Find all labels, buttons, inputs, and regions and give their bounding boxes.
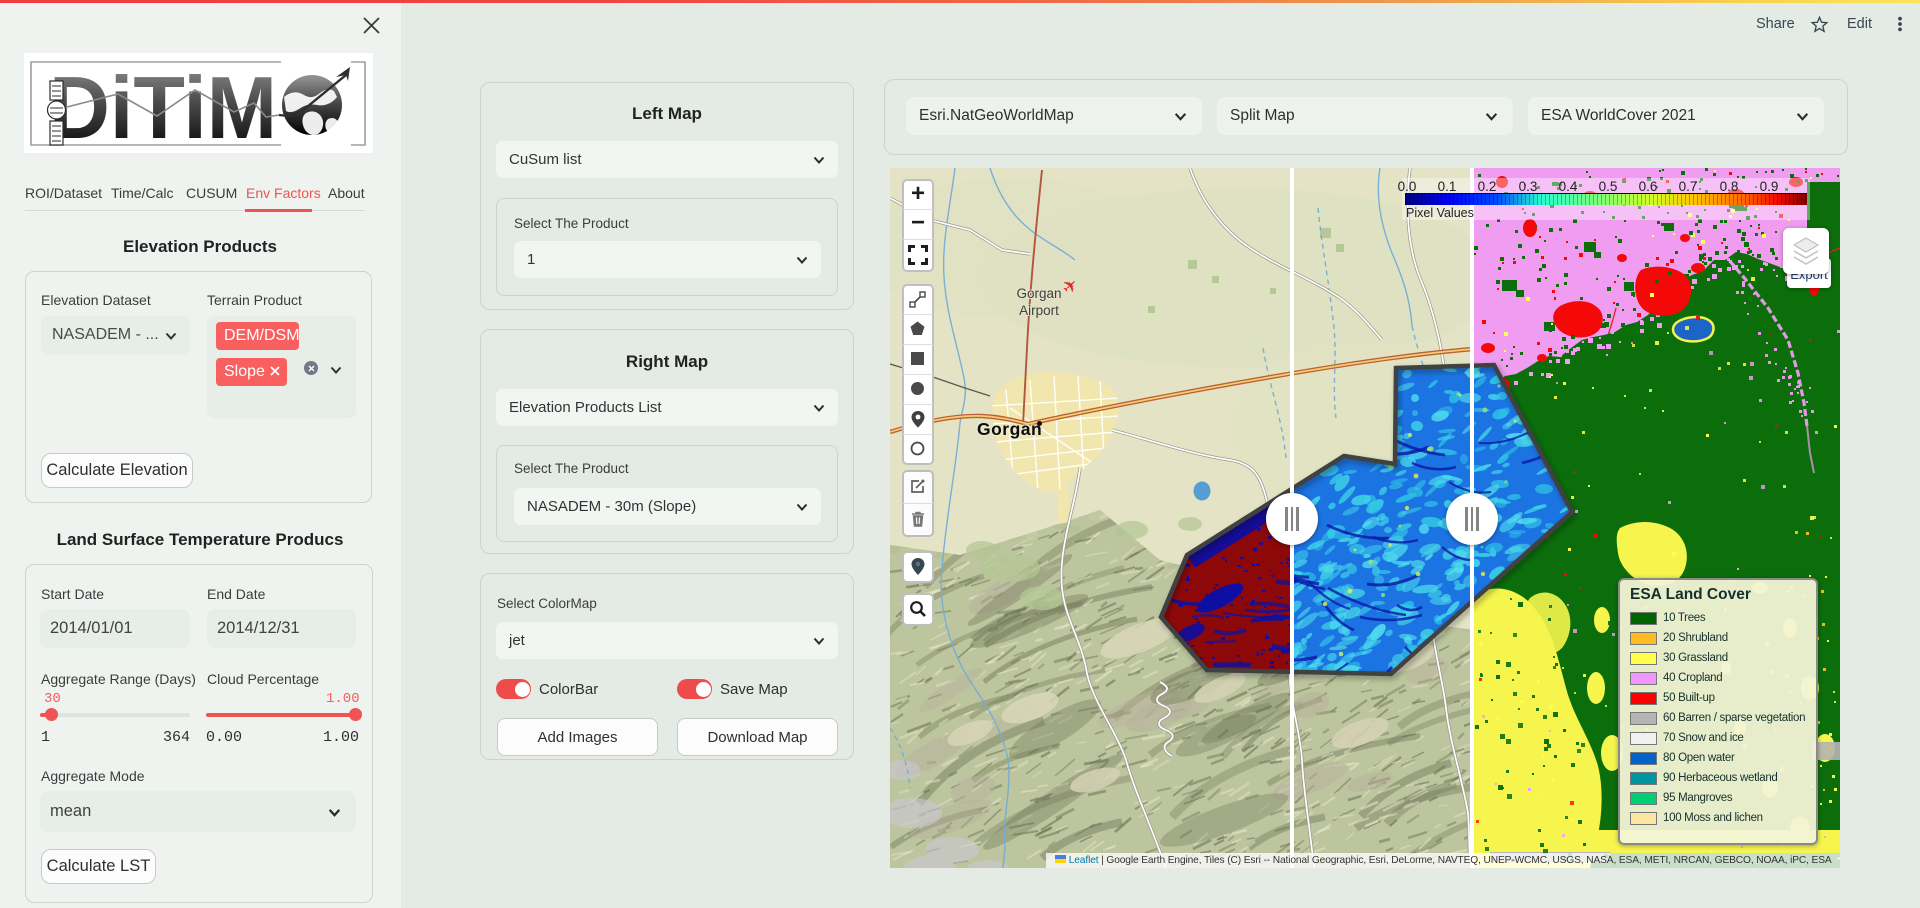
- svg-text:DiTiM: DiTiM: [49, 58, 277, 153]
